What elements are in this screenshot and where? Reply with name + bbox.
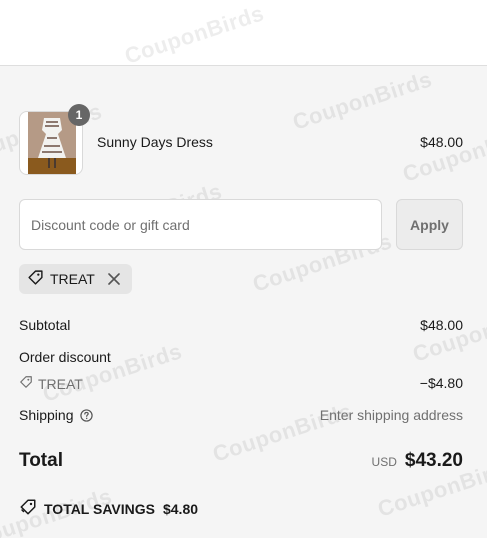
shipping-value: Enter shipping address bbox=[319, 407, 463, 423]
shipping-row: Shipping bbox=[19, 407, 93, 423]
order-discount-label: Order discount bbox=[19, 349, 111, 365]
close-icon bbox=[108, 273, 120, 285]
total-label: Total bbox=[19, 450, 63, 471]
header-area bbox=[0, 0, 487, 66]
tag-icon bbox=[27, 269, 44, 289]
applied-discount-code: TREAT bbox=[50, 271, 95, 287]
shipping-label: Shipping bbox=[19, 407, 74, 423]
discount-code-name: TREAT bbox=[38, 375, 83, 392]
line-item-price: $48.00 bbox=[420, 134, 463, 150]
applied-discount-chip: TREAT bbox=[19, 264, 132, 294]
discount-value: −$4.80 bbox=[419, 375, 463, 391]
total-value: $43.20 bbox=[404, 450, 463, 471]
remove-discount-button[interactable] bbox=[105, 270, 123, 288]
line-item-thumbnail: 1 bbox=[19, 104, 90, 175]
total-savings-value: $4.80 bbox=[162, 500, 199, 517]
total-currency: USD bbox=[371, 455, 397, 469]
apply-discount-button[interactable]: Apply bbox=[396, 199, 463, 250]
total-savings: TOTAL SAVINGS $4.80 bbox=[19, 498, 198, 519]
subtotal-value: $48.00 bbox=[420, 317, 463, 333]
line-item-name: Sunny Days Dress bbox=[97, 134, 213, 150]
help-icon[interactable] bbox=[79, 408, 93, 422]
total-savings-label: TOTAL SAVINGS bbox=[44, 500, 155, 517]
tag-icon bbox=[19, 375, 33, 392]
total-value-group: USD $43.20 bbox=[372, 450, 463, 472]
tag-icon bbox=[19, 498, 37, 519]
discount-code-row: TREAT bbox=[19, 375, 83, 392]
discount-code-input[interactable] bbox=[19, 199, 382, 250]
quantity-badge: 1 bbox=[68, 104, 90, 126]
subtotal-label: Subtotal bbox=[19, 317, 71, 333]
